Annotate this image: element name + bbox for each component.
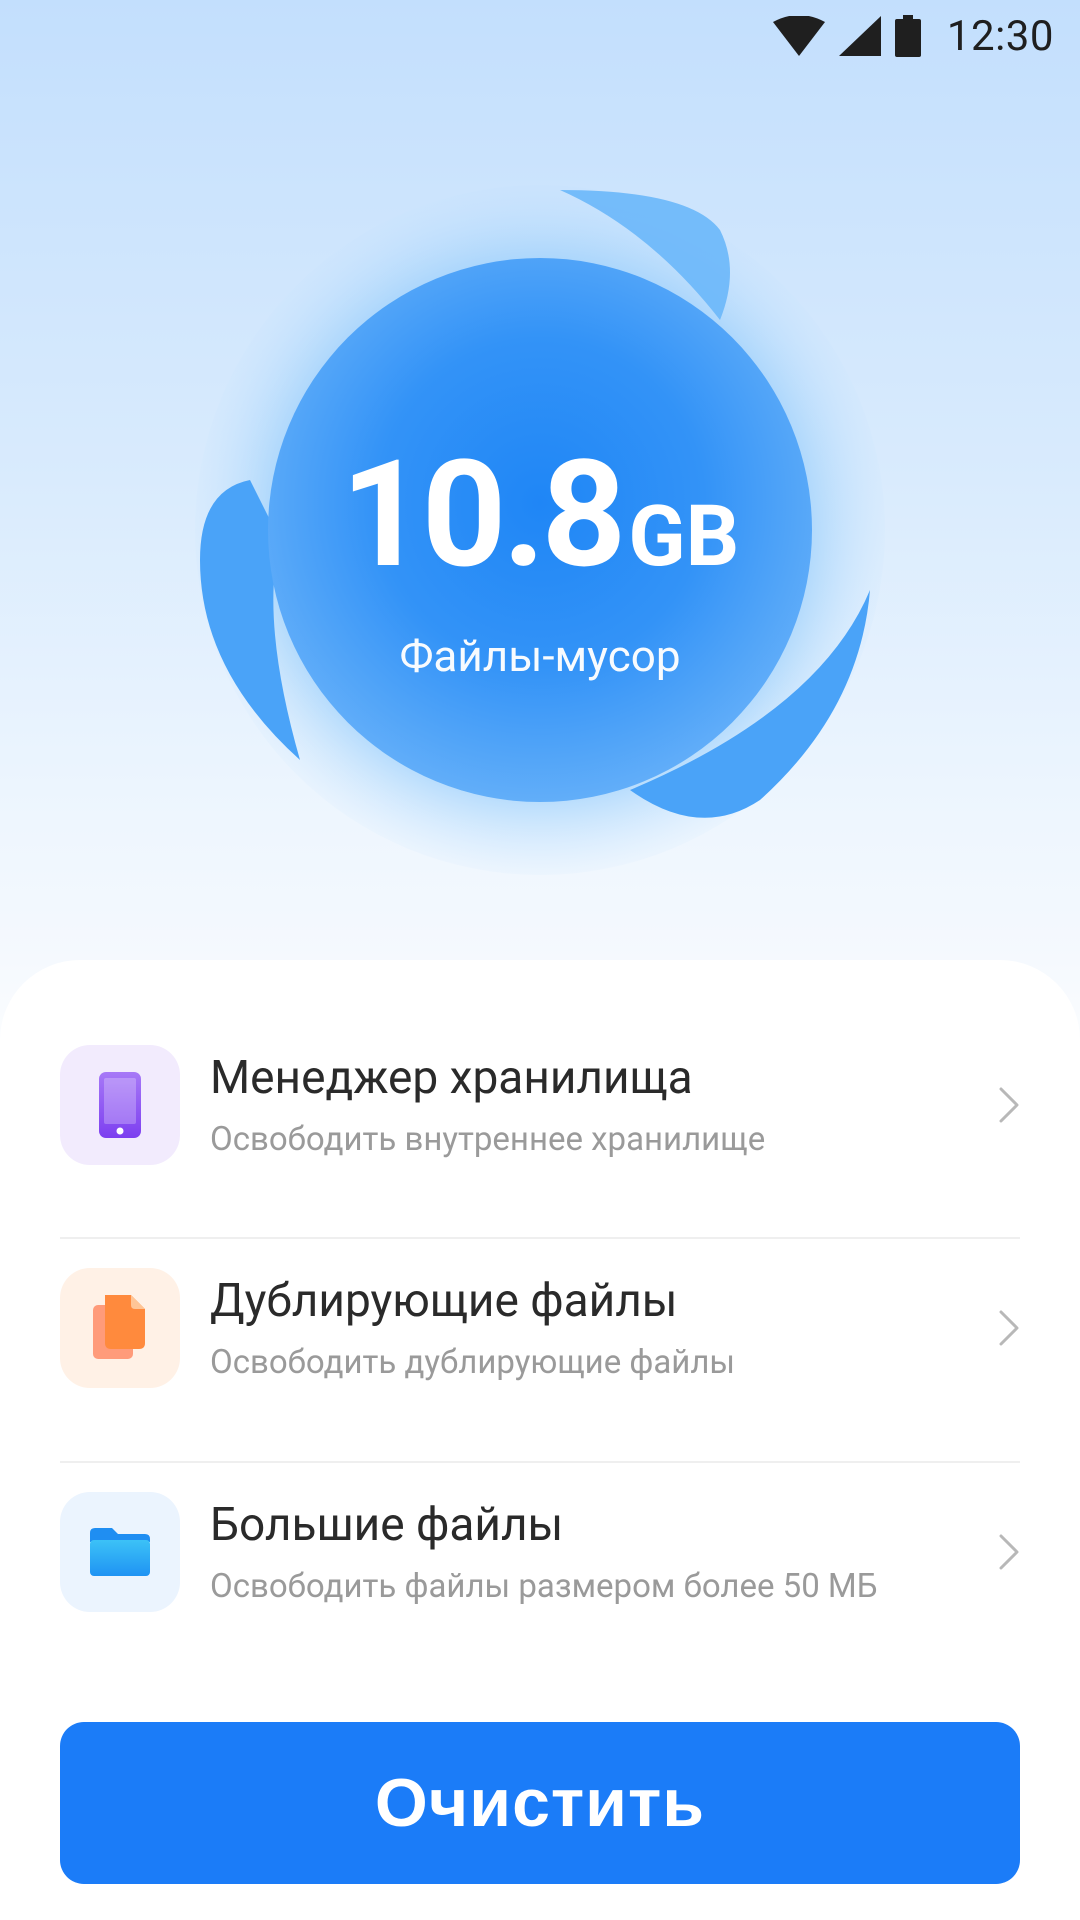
battery-icon (894, 15, 921, 57)
chevron-right-icon (980, 1309, 1020, 1347)
junk-size: 10.8 GB (341, 442, 740, 590)
item-title: Дублирующие файлы (210, 1273, 678, 1328)
list-item-large-files[interactable]: Большие файлы Освободить файлы размером … (60, 1462, 1020, 1642)
status-bar: 12:30 (0, 0, 1080, 72)
storage-manager-text: Менеджер хранилища Освободить внутреннее… (210, 1051, 980, 1160)
clean-button[interactable]: Очистить (60, 1722, 1020, 1884)
wifi-icon (772, 16, 825, 56)
item-subtitle: Освободить дублирующие файлы (210, 1342, 736, 1382)
junk-size-block: 10.8 GB Файлы-мусор (0, 442, 1080, 683)
chevron-right-icon (980, 1533, 1020, 1571)
storage-manager-icon-tile (60, 1045, 180, 1165)
duplicate-files-icon-tile (60, 1268, 180, 1388)
duplicate-files-text: Дублирующие файлы Освободить дублирующие… (210, 1274, 980, 1383)
large-files-icon-tile (60, 1492, 180, 1612)
item-title: Большие файлы (210, 1497, 564, 1552)
phone-icon (99, 1072, 141, 1138)
chevron-right-icon (980, 1086, 1020, 1124)
list-item-storage-manager[interactable]: Менеджер хранилища Освободить внутреннее… (60, 1015, 1020, 1195)
folder-icon (90, 1528, 150, 1576)
large-files-text: Большие файлы Освободить файлы размером … (210, 1498, 980, 1607)
signal-icon (838, 16, 881, 56)
item-subtitle: Освободить внутреннее хранилище (210, 1119, 766, 1159)
item-title: Менеджер хранилища (210, 1050, 693, 1105)
clean-button-label: Очистить (374, 1765, 706, 1841)
junk-summary: 10.8 GB Файлы-мусор (0, 150, 1080, 910)
junk-label: Файлы-мусор (399, 630, 681, 682)
junk-size-unit: GB (628, 487, 740, 586)
item-subtitle: Освободить файлы размером более 50 МБ (210, 1566, 878, 1606)
status-time: 12:30 (946, 11, 1054, 61)
junk-size-value: 10.8 (340, 429, 627, 602)
list-item-duplicate-files[interactable]: Дублирующие файлы Освободить дублирующие… (60, 1238, 1020, 1418)
duplicate-files-icon (93, 1295, 145, 1359)
